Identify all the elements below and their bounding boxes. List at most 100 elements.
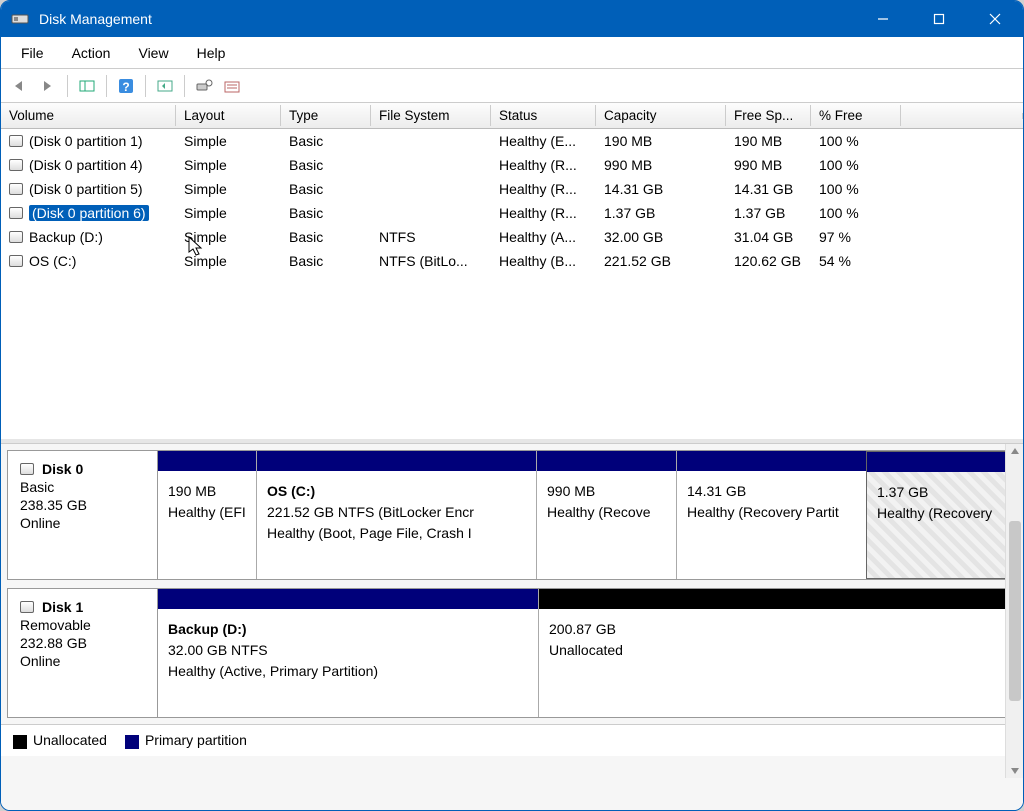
volume-layout: Simple <box>176 252 281 270</box>
minimize-button[interactable] <box>855 1 911 37</box>
toolbar-separator <box>106 75 107 97</box>
show-hide-button[interactable] <box>74 73 100 99</box>
forward-button[interactable] <box>35 73 61 99</box>
legend: Unallocated Primary partition <box>1 724 1023 756</box>
partition-unallocated[interactable]: 200.87 GB Unallocated <box>538 589 1016 717</box>
app-icon <box>11 10 29 28</box>
table-row[interactable]: (Disk 0 partition 4)SimpleBasicHealthy (… <box>1 153 1023 177</box>
partition-bar <box>677 451 866 471</box>
partition[interactable]: Backup (D:) 32.00 GB NTFS Healthy (Activ… <box>158 589 538 717</box>
volume-capacity: 990 MB <box>596 156 726 174</box>
partition[interactable]: 990 MB Healthy (Recove <box>536 451 676 579</box>
volume-status: Healthy (B... <box>491 252 596 270</box>
volume-type: Basic <box>281 252 371 270</box>
scrollbar-thumb[interactable] <box>1009 521 1021 701</box>
partition-status: Healthy (Boot, Page File, Crash I <box>267 523 526 544</box>
volume-fs: NTFS <box>371 228 491 246</box>
menu-action[interactable]: Action <box>60 43 123 63</box>
svg-text:?: ? <box>122 80 129 94</box>
col-type[interactable]: Type <box>281 105 371 126</box>
disk-0-name: Disk 0 <box>42 461 83 477</box>
volume-status: Healthy (E... <box>491 132 596 150</box>
partition[interactable]: OS (C:) 221.52 GB NTFS (BitLocker Encr H… <box>256 451 536 579</box>
help-button[interactable]: ? <box>113 73 139 99</box>
vertical-scrollbar[interactable] <box>1005 444 1023 778</box>
col-layout[interactable]: Layout <box>176 105 281 126</box>
menu-file[interactable]: File <box>9 43 56 63</box>
partition-status: Healthy (Recove <box>547 502 666 523</box>
volume-layout: Simple <box>176 156 281 174</box>
table-row[interactable]: (Disk 0 partition 1)SimpleBasicHealthy (… <box>1 129 1023 153</box>
col-volume[interactable]: Volume <box>1 105 176 126</box>
menu-help[interactable]: Help <box>185 43 238 63</box>
view-settings-button[interactable] <box>219 73 245 99</box>
volume-icon <box>9 207 23 219</box>
partition-size: 32.00 GB NTFS <box>168 640 528 661</box>
col-blank[interactable] <box>901 113 1023 119</box>
partition-name: Backup (D:) <box>168 619 528 640</box>
volume-capacity: 221.52 GB <box>596 252 726 270</box>
app-window: Disk Management File Action View Help ? … <box>0 0 1024 811</box>
volume-status: Healthy (A... <box>491 228 596 246</box>
toolbar-separator <box>145 75 146 97</box>
volume-icon <box>9 255 23 267</box>
volume-layout: Simple <box>176 228 281 246</box>
volume-name: OS (C:) <box>29 253 76 269</box>
legend-primary: Primary partition <box>125 732 247 748</box>
volume-pctfree: 100 % <box>811 180 901 198</box>
volume-fs <box>371 212 491 214</box>
volume-name: Backup (D:) <box>29 229 103 245</box>
partition[interactable]: 190 MB Healthy (EFI <box>158 451 256 579</box>
col-pctfree[interactable]: % Free <box>811 105 901 126</box>
partition-status: Healthy (EFI <box>168 502 246 523</box>
disk-0-partitions: 190 MB Healthy (EFI OS (C:) 221.52 GB NT… <box>158 451 1016 579</box>
disk-row-1[interactable]: Disk 1 Removable 232.88 GB Online Backup… <box>7 588 1017 718</box>
table-row[interactable]: (Disk 0 partition 6)SimpleBasicHealthy (… <box>1 201 1023 225</box>
col-filesystem[interactable]: File System <box>371 105 491 126</box>
volume-layout: Simple <box>176 204 281 222</box>
volume-capacity: 1.37 GB <box>596 204 726 222</box>
partition-bar <box>537 451 676 471</box>
disk-settings-button[interactable] <box>191 73 217 99</box>
volume-fs <box>371 188 491 190</box>
disk-0-status: Online <box>20 515 145 531</box>
volume-layout: Simple <box>176 132 281 150</box>
table-header: Volume Layout Type File System Status Ca… <box>1 103 1023 129</box>
disk-row-0[interactable]: Disk 0 Basic 238.35 GB Online 190 MB Hea… <box>7 450 1017 580</box>
volume-status: Healthy (R... <box>491 156 596 174</box>
partition-status: Healthy (Active, Primary Partition) <box>168 661 528 682</box>
volume-free: 1.37 GB <box>726 204 811 222</box>
toolbar-separator <box>184 75 185 97</box>
window-title: Disk Management <box>39 11 855 27</box>
disk-1-name: Disk 1 <box>42 599 83 615</box>
volume-name: (Disk 0 partition 4) <box>29 157 143 173</box>
partition-selected[interactable]: 1.37 GB Healthy (Recovery <box>866 451 1016 579</box>
disk-1-size: 232.88 GB <box>20 635 145 651</box>
table-row[interactable]: Backup (D:)SimpleBasicNTFSHealthy (A...3… <box>1 225 1023 249</box>
disk-scroll: Disk 0 Basic 238.35 GB Online 190 MB Hea… <box>1 444 1023 724</box>
col-freespace[interactable]: Free Sp... <box>726 105 811 126</box>
toolbar-separator <box>67 75 68 97</box>
disk-icon <box>20 601 34 613</box>
disk-1-info: Disk 1 Removable 232.88 GB Online <box>8 589 158 717</box>
partition[interactable]: 14.31 GB Healthy (Recovery Partit <box>676 451 866 579</box>
col-status[interactable]: Status <box>491 105 596 126</box>
refresh-button[interactable] <box>152 73 178 99</box>
disk-0-size: 238.35 GB <box>20 497 145 513</box>
col-capacity[interactable]: Capacity <box>596 105 726 126</box>
back-button[interactable] <box>7 73 33 99</box>
volume-capacity: 190 MB <box>596 132 726 150</box>
volume-icon <box>9 159 23 171</box>
disk-1-status: Online <box>20 653 145 669</box>
volume-free: 990 MB <box>726 156 811 174</box>
volume-icon <box>9 135 23 147</box>
volume-type: Basic <box>281 132 371 150</box>
volume-type: Basic <box>281 180 371 198</box>
close-button[interactable] <box>967 1 1023 37</box>
table-row[interactable]: OS (C:)SimpleBasicNTFS (BitLo...Healthy … <box>1 249 1023 273</box>
volume-free: 120.62 GB <box>726 252 811 270</box>
menu-view[interactable]: View <box>126 43 180 63</box>
maximize-button[interactable] <box>911 1 967 37</box>
partition-bar <box>257 451 536 471</box>
table-row[interactable]: (Disk 0 partition 5)SimpleBasicHealthy (… <box>1 177 1023 201</box>
